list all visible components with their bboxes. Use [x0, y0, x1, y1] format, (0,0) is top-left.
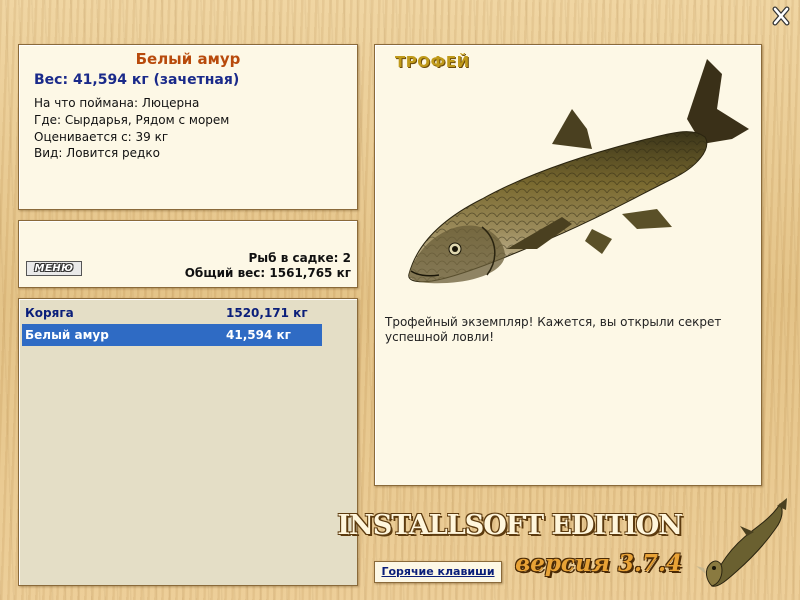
- list-item-weight: 1520,171 кг: [226, 306, 308, 320]
- list-item-name: Коряга: [25, 306, 74, 320]
- version-label: версия 3.7.4: [515, 550, 682, 577]
- fish-bait: На что поймана: Люцерна: [34, 96, 200, 110]
- fish-info-panel: Белый амур Вес: 41,594 кг (зачетная) На …: [18, 44, 358, 210]
- cage-fish-count: Рыб в садке: 2: [248, 251, 352, 265]
- grass-carp-image: [408, 59, 749, 284]
- list-item-weight: 41,594 кг: [226, 328, 291, 342]
- list-item[interactable]: Коряга 1520,171 кг: [22, 302, 322, 324]
- list-item-selected[interactable]: Белый амур 41,594 кг: [22, 324, 322, 346]
- pike-fish-icon: [696, 498, 787, 587]
- catch-list-panel: Коряга 1520,171 кг Белый амур 41,594 кг: [18, 298, 358, 586]
- brand-name: INSTALLSOFT EDITION: [337, 510, 683, 541]
- close-icon[interactable]: [770, 6, 792, 26]
- cage-summary-panel: МЕНЮ Рыб в садке: 2 Общий вес: 1561,765 …: [18, 220, 358, 288]
- fish-location: Где: Сырдарья, Рядом с морем: [34, 113, 230, 127]
- trophy-panel: ТРОФЕЙ Трофейный экземпляр! Кажется, вы …: [374, 44, 762, 486]
- fish-price-threshold: Оценивается с: 39 кг: [34, 130, 169, 144]
- cage-total-weight: Общий вес: 1561,765 кг: [184, 266, 351, 280]
- brand-logo: INSTALLSOFT EDITION версия 3.7.4: [337, 506, 692, 586]
- fish-weight: Вес: 41,594 кг (зачетная): [34, 72, 240, 88]
- fish-name-title: Белый амур: [135, 50, 241, 68]
- trophy-label: ТРОФЕЙ: [395, 53, 470, 71]
- trophy-description: Трофейный экземпляр! Кажется, вы открыли…: [385, 315, 722, 344]
- fish-rarity: Вид: Ловится редко: [34, 146, 160, 160]
- menu-button[interactable]: МЕНЮ: [26, 261, 82, 276]
- list-item-name: Белый амур: [25, 328, 109, 342]
